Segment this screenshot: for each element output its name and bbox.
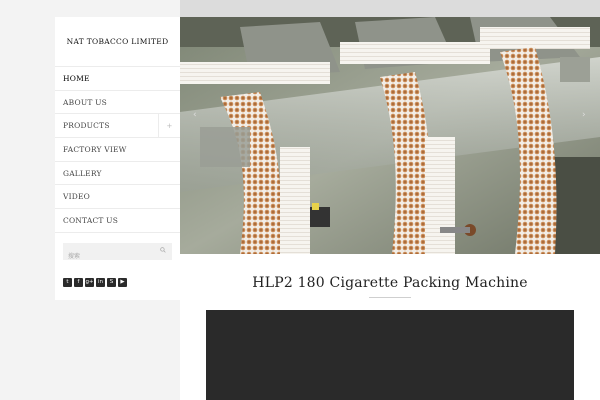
social-links: t f g+ in S ▶: [63, 278, 127, 287]
factory-machine-image: [180, 17, 600, 254]
twitter-icon[interactable]: t: [63, 278, 72, 287]
logo-text: NAT TOBACCO LIMITED: [66, 37, 169, 46]
youtube-icon[interactable]: ▶: [118, 278, 127, 287]
search-input[interactable]: [63, 247, 158, 265]
nav-item-label: PRODUCTS: [63, 121, 110, 131]
nav-item-gallery[interactable]: GALLERY: [55, 162, 180, 186]
nav-item-home[interactable]: HOME: [55, 67, 180, 91]
slider-next-button[interactable]: ›: [582, 110, 586, 120]
nav-item-label: FACTORY VIEW: [63, 144, 127, 154]
skype-icon[interactable]: S: [107, 278, 116, 287]
nav-item-label: HOME: [63, 73, 90, 83]
hero-slider-image: [180, 17, 600, 254]
google-plus-icon[interactable]: g+: [85, 278, 94, 287]
nav-item-label: ABOUT US: [63, 97, 107, 107]
nav-item-contact-us[interactable]: CONTACT US: [55, 209, 180, 233]
main-nav: HOME ABOUT US PRODUCTS + FACTORY VIEW GA…: [55, 67, 180, 233]
nav-item-label: GALLERY: [63, 168, 102, 178]
nav-item-label: VIDEO: [63, 192, 91, 202]
site-logo[interactable]: NAT TOBACCO LIMITED: [55, 17, 180, 67]
title-divider: [369, 297, 411, 298]
nav-item-factory-view[interactable]: FACTORY VIEW: [55, 138, 180, 162]
linkedin-icon[interactable]: in: [96, 278, 105, 287]
facebook-icon[interactable]: f: [74, 278, 83, 287]
nav-item-video[interactable]: VIDEO: [55, 185, 180, 210]
sidebar: NAT TOBACCO LIMITED HOME ABOUT US PRODUC…: [55, 17, 180, 300]
nav-item-about-us[interactable]: ABOUT US: [55, 91, 180, 115]
video-player[interactable]: [206, 310, 574, 400]
nav-item-products[interactable]: PRODUCTS +: [55, 114, 180, 139]
expand-submenu-button[interactable]: +: [158, 114, 180, 138]
search-icon[interactable]: [160, 247, 166, 253]
product-title: HLP2 180 Cigarette Packing Machine: [252, 275, 528, 291]
slider-prev-button[interactable]: ‹: [193, 110, 197, 120]
search-box: [63, 242, 172, 265]
nav-item-label: CONTACT US: [63, 215, 119, 225]
top-strip: [180, 0, 600, 17]
